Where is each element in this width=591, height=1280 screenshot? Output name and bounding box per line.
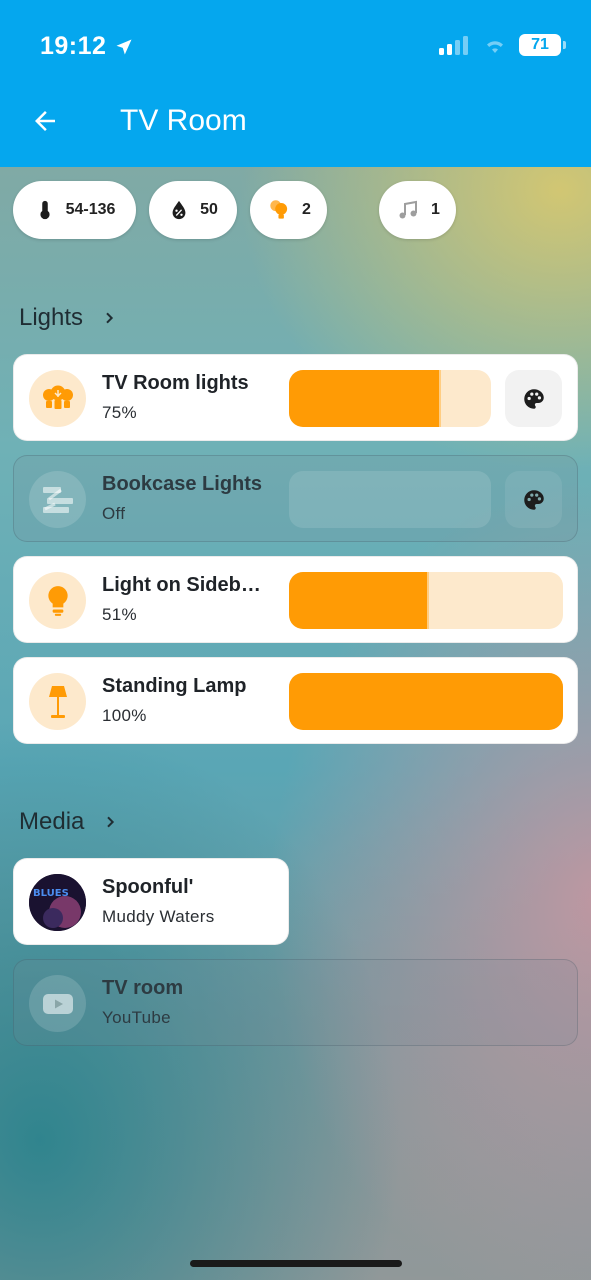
brightness-slider-fill	[289, 572, 429, 629]
media-icon-button[interactable]	[29, 975, 86, 1032]
home-indicator[interactable]	[190, 1260, 402, 1267]
section-media-header[interactable]: Media	[19, 808, 118, 836]
light-card-sideboard[interactable]: Light on Sideb… 51%	[13, 556, 578, 643]
light-icon-button[interactable]	[29, 673, 86, 730]
media-title: TV room	[102, 977, 184, 999]
album-art-image: BLUES	[29, 874, 86, 931]
lightbulb-group-icon	[42, 385, 73, 409]
light-card-tv-room-lights[interactable]: TV Room lights 75%	[13, 354, 578, 441]
arrow-left-icon	[35, 111, 55, 131]
light-state: 100%	[102, 706, 147, 725]
signal-icon	[439, 36, 468, 55]
light-card-standing-lamp[interactable]: Standing Lamp 100%	[13, 657, 578, 744]
light-state: 51%	[102, 605, 137, 624]
music-note-icon	[399, 200, 418, 219]
brightness-slider[interactable]	[289, 673, 563, 730]
youtube-icon	[42, 993, 73, 1014]
light-icon-button[interactable]	[29, 471, 86, 528]
chevron-right-icon	[106, 312, 114, 324]
thermometer-icon	[39, 200, 50, 220]
album-art[interactable]: BLUES	[29, 874, 86, 931]
led-strip-icon	[42, 486, 73, 513]
chip-media-playing[interactable]: 1	[379, 181, 456, 239]
light-state: Off	[102, 504, 126, 523]
light-name: Bookcase Lights	[102, 473, 263, 495]
chip-lights-on[interactable]: 2	[250, 181, 327, 239]
color-palette-button[interactable]	[505, 471, 562, 528]
media-title: Spoonful'	[102, 876, 194, 898]
color-palette-button[interactable]	[505, 370, 562, 427]
brightness-slider-fill	[289, 370, 441, 427]
light-icon-button[interactable]	[29, 370, 86, 427]
chip-media-value: 1	[431, 201, 440, 218]
svg-text:BLUES: BLUES	[33, 888, 69, 899]
media-subtitle: YouTube	[102, 1008, 171, 1027]
palette-icon	[523, 388, 544, 409]
page-title: TV Room	[120, 104, 247, 137]
wifi-icon	[487, 41, 503, 53]
light-name: Light on Sideb…	[102, 574, 261, 596]
light-name: Standing Lamp	[102, 675, 247, 697]
floor-lamp-icon	[48, 685, 67, 718]
section-media-title: Media	[19, 808, 85, 835]
chevron-right-icon	[107, 816, 115, 828]
chip-humidity[interactable]: 50	[149, 181, 237, 239]
brightness-slider-fill	[289, 673, 563, 730]
brightness-slider[interactable]	[289, 370, 491, 427]
brightness-slider[interactable]	[289, 572, 563, 629]
light-icon-button[interactable]	[29, 572, 86, 629]
media-subtitle: Muddy Waters	[102, 907, 215, 926]
lightbulb-group-icon	[270, 200, 288, 219]
status-indicators: 71	[439, 34, 566, 56]
chip-humidity-value: 50	[200, 201, 218, 218]
chip-lights-on-value: 2	[302, 201, 311, 218]
battery-indicator: 71	[519, 34, 566, 56]
location-arrow-icon	[116, 39, 132, 54]
light-state: 75%	[102, 403, 137, 422]
light-name: TV Room lights	[102, 372, 249, 394]
chip-temperature[interactable]: 54-136	[13, 181, 136, 239]
section-lights-header[interactable]: Lights	[19, 304, 117, 332]
palette-icon	[523, 489, 544, 510]
media-card-tv-room[interactable]: TV room YouTube	[13, 959, 578, 1046]
section-lights-title: Lights	[19, 304, 84, 331]
app-header: 19:12 71 TV Room	[0, 0, 591, 167]
water-percent-icon	[172, 200, 186, 220]
light-card-bookcase-lights[interactable]: Bookcase Lights Off	[13, 455, 578, 542]
back-button[interactable]	[28, 104, 62, 138]
brightness-slider[interactable]	[289, 471, 491, 528]
chip-temperature-value: 54-136	[65, 201, 116, 218]
lightbulb-icon	[47, 585, 68, 616]
status-time: 19:12	[40, 32, 134, 61]
media-card-spoonful[interactable]: BLUES Spoonful' Muddy Waters	[13, 858, 289, 945]
